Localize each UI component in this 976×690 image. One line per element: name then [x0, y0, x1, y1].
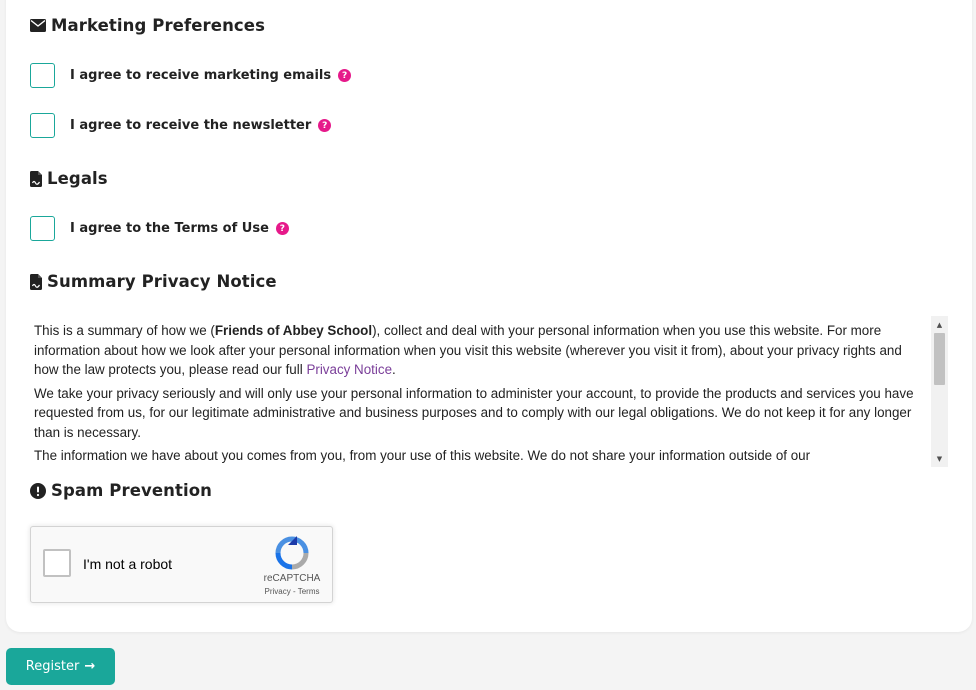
privacy-paragraph: We take your privacy seriously and will …	[34, 385, 914, 440]
envelope-icon	[30, 19, 46, 32]
spam-heading-text: Spam Prevention	[51, 481, 213, 500]
privacy-paragraph: This is a summary of how we (Friends of …	[34, 321, 926, 380]
exclamation-circle-icon	[30, 482, 46, 499]
marketing-heading-text: Marketing Preferences	[51, 16, 266, 35]
recaptcha-brand: reCAPTCHA	[263, 573, 321, 584]
marketing-emails-label: I agree to receive marketing emails	[70, 68, 332, 83]
arrow-right-icon: →	[84, 659, 96, 674]
terms-label: I agree to the Terms of Use	[70, 221, 269, 236]
file-contract-icon	[30, 273, 42, 290]
newsletter-row: I agree to receive the newsletter ?	[30, 113, 332, 138]
newsletter-checkbox[interactable]	[30, 113, 55, 138]
help-icon[interactable]: ?	[318, 119, 332, 132]
privacy-text: This is a summary of how we (Friends of …	[34, 321, 926, 467]
scroll-down-arrow-icon[interactable]: ▼	[931, 450, 948, 467]
recaptcha-checkbox[interactable]	[43, 549, 71, 577]
marketing-emails-checkbox[interactable]	[30, 63, 55, 88]
help-icon[interactable]: ?	[275, 222, 289, 235]
file-contract-icon	[30, 170, 42, 187]
legals-heading: Legals	[30, 169, 108, 188]
register-button[interactable]: Register →	[6, 648, 115, 685]
recaptcha-links[interactable]: Privacy - Terms	[257, 587, 327, 596]
newsletter-label: I agree to receive the newsletter	[70, 118, 312, 133]
legals-heading-text: Legals	[47, 169, 108, 188]
register-label: Register	[25, 659, 80, 674]
scroll-thumb[interactable]	[934, 333, 945, 385]
privacy-paragraph: The information we have about you comes …	[34, 448, 811, 463]
scroll-up-arrow-icon[interactable]: ▲	[931, 316, 948, 333]
help-icon[interactable]: ?	[338, 69, 352, 82]
recaptcha-widget: I'm not a robot reCAPTCHA Privacy - Term…	[30, 526, 333, 603]
terms-row: I agree to the Terms of Use ?	[30, 216, 289, 241]
marketing-emails-row: I agree to receive marketing emails ?	[30, 63, 352, 88]
privacy-notice-box[interactable]: This is a summary of how we (Friends of …	[30, 316, 948, 467]
privacy-text-segment: This is a summary of how we (	[34, 323, 215, 338]
privacy-heading: Summary Privacy Notice	[30, 272, 277, 291]
recaptcha-logo-icon	[275, 536, 309, 570]
privacy-heading-text: Summary Privacy Notice	[47, 272, 277, 291]
organisation-name: Friends of Abbey School	[214, 323, 373, 338]
terms-checkbox[interactable]	[30, 216, 55, 241]
spam-heading: Spam Prevention	[30, 481, 212, 500]
privacy-scrollbar[interactable]: ▲ ▼	[931, 316, 948, 467]
privacy-text-segment: .	[392, 362, 396, 377]
recaptcha-label: I'm not a robot	[83, 556, 173, 572]
privacy-notice-link[interactable]: Privacy Notice	[306, 362, 392, 377]
marketing-heading: Marketing Preferences	[30, 16, 265, 35]
